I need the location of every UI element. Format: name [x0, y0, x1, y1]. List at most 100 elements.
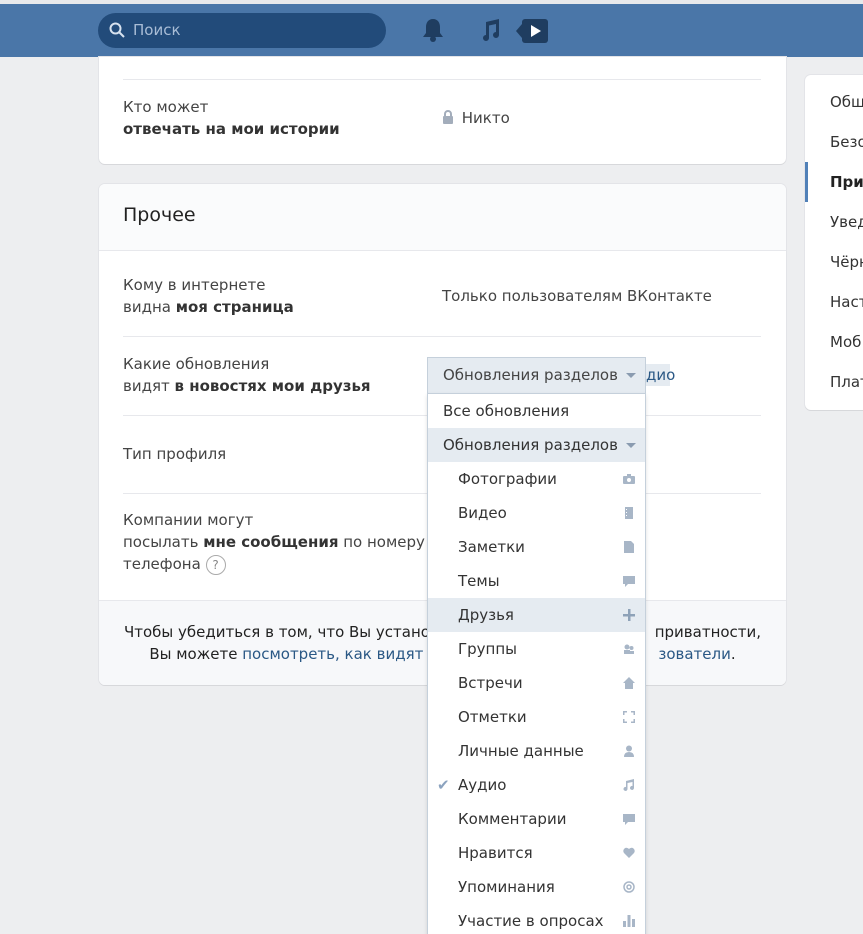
menu-item-blacklist[interactable]: Чёрн — [830, 253, 863, 271]
dropdown-selected: Обновления разделов — [443, 366, 618, 384]
menu-item-app-settings[interactable]: Наст — [830, 293, 863, 311]
updates-dropdown-menu: Все обновления Обновления разделов Фотог… — [427, 393, 646, 934]
news-updates-value[interactable]: дио — [646, 366, 675, 384]
label-line2: посылать — [123, 533, 204, 551]
option-label: Друзья — [458, 606, 514, 624]
profile-type-label: Тип профиля — [123, 445, 227, 463]
option-comments[interactable]: Комментарии — [428, 802, 645, 836]
settings-menu: Общ Безо При Увед Чёрн Наст Моб Плат — [805, 75, 863, 410]
bell-icon[interactable] — [421, 17, 445, 43]
chevron-down-icon — [625, 373, 636, 378]
label-line1: Какие обновления — [123, 355, 270, 373]
plus-icon — [623, 609, 635, 621]
option-label: Фотографии — [458, 470, 557, 488]
footer-text: приватности, — [649, 623, 762, 641]
label-bold: моя страница — [175, 298, 294, 316]
option-label: Заметки — [458, 538, 525, 556]
privacy-stories-card: Кто может отвечать на мои истории Никто — [99, 57, 786, 164]
option-all-updates[interactable]: Все обновления — [428, 394, 645, 428]
stories-reply-value[interactable]: Никто — [441, 109, 510, 127]
lock-icon — [443, 110, 453, 124]
poll-icon — [623, 915, 635, 927]
option-label: Аудио — [458, 776, 507, 794]
search-placeholder: Поиск — [133, 21, 181, 39]
option-topics[interactable]: Темы — [428, 564, 645, 598]
option-label: Встречи — [458, 674, 523, 692]
menu-item-privacy[interactable]: При — [830, 173, 863, 191]
film-icon — [625, 507, 633, 519]
option-label: Личные данные — [458, 742, 584, 760]
option-photos[interactable]: Фотографии — [428, 462, 645, 496]
option-mentions[interactable]: Упоминания — [428, 870, 645, 904]
divider — [123, 79, 761, 80]
option-friends[interactable]: Друзья — [428, 598, 645, 632]
option-section-updates[interactable]: Обновления разделов — [428, 428, 645, 462]
page-visibility-label: Кому в интернете видна моя страница — [123, 274, 294, 318]
comment-icon — [623, 576, 635, 587]
user-icon — [624, 745, 634, 757]
option-events[interactable]: Встречи — [428, 666, 645, 700]
option-label: Обновления разделов — [443, 436, 618, 454]
active-indicator — [805, 162, 808, 202]
option-label: Группы — [458, 640, 518, 658]
top-navigation-bar: Поиск — [0, 0, 863, 57]
option-personal-data[interactable]: Личные данные — [428, 734, 645, 768]
play-icon[interactable] — [516, 18, 548, 44]
news-updates-label: Какие обновления видят в новостях мои др… — [123, 353, 371, 397]
label-bold: мне сообщения — [203, 533, 339, 551]
option-likes[interactable]: Нравится — [428, 836, 645, 870]
menu-item-notifications[interactable]: Увед — [830, 213, 863, 231]
label-line2: видна — [123, 298, 176, 316]
label-line3: телефона — [123, 555, 201, 573]
search-input[interactable]: Поиск — [98, 13, 386, 48]
menu-item-security[interactable]: Безо — [830, 133, 863, 151]
menu-item-mobile[interactable]: Моб — [830, 333, 861, 351]
stories-reply-label: Кто может отвечать на мои истории — [123, 96, 340, 140]
menu-item-payments[interactable]: Плат — [830, 373, 863, 391]
option-label: Темы — [458, 572, 500, 590]
option-label: Упоминания — [458, 878, 555, 896]
option-video[interactable]: Видео — [428, 496, 645, 530]
option-polls[interactable]: Участие в опросах — [428, 904, 645, 934]
option-label: Комментарии — [458, 810, 567, 828]
option-audio[interactable]: ✔ Аудио — [428, 768, 645, 802]
heart-icon — [623, 847, 635, 858]
updates-dropdown-toggle[interactable]: Обновления разделов — [427, 357, 646, 393]
footer-text: . — [730, 645, 736, 663]
divider — [123, 336, 761, 337]
camera-icon — [623, 474, 635, 484]
companies-messages-label: Компании могут посылать мне сообщения по… — [123, 509, 425, 575]
help-icon[interactable]: ? — [205, 554, 226, 575]
menu-item-general[interactable]: Общ — [830, 93, 863, 111]
home-icon — [623, 677, 635, 689]
note-icon — [624, 541, 634, 553]
search-icon — [109, 22, 125, 38]
music-icon — [623, 779, 634, 791]
option-groups[interactable]: Группы — [428, 632, 645, 666]
option-label: Видео — [458, 504, 507, 522]
option-label: Нравится — [458, 844, 533, 862]
label-bold: в новостях мои друзья — [174, 377, 371, 395]
footer-text: Вы можете — [149, 645, 243, 663]
label-line1: Кому в интернете — [123, 276, 266, 294]
label-line2: видят — [123, 377, 175, 395]
option-label: Участие в опросах — [458, 912, 604, 930]
label-tail: по номеру — [338, 533, 425, 551]
frame-icon — [623, 711, 635, 723]
option-tags[interactable]: Отметки — [428, 700, 645, 734]
comment-icon — [623, 814, 635, 825]
at-icon — [623, 881, 635, 893]
value-text: Никто — [461, 109, 510, 127]
view-as-link-tail[interactable]: зователи — [658, 645, 731, 663]
label-line1: Кто может — [123, 98, 209, 116]
view-as-link[interactable]: посмотреть, как видят — [242, 645, 423, 663]
page-visibility-value[interactable]: Только пользователям ВКонтакте — [442, 287, 712, 305]
music-icon[interactable] — [479, 18, 501, 42]
section-title: Прочее — [123, 204, 196, 226]
footer-text: Чтобы убедиться в том, что Вы устано — [123, 623, 430, 641]
group-icon — [624, 644, 634, 654]
section-header: Прочее — [99, 184, 786, 251]
label-line1: Компании могут — [123, 511, 254, 529]
option-notes[interactable]: Заметки — [428, 530, 645, 564]
checkmark-icon: ✔ — [437, 776, 450, 794]
